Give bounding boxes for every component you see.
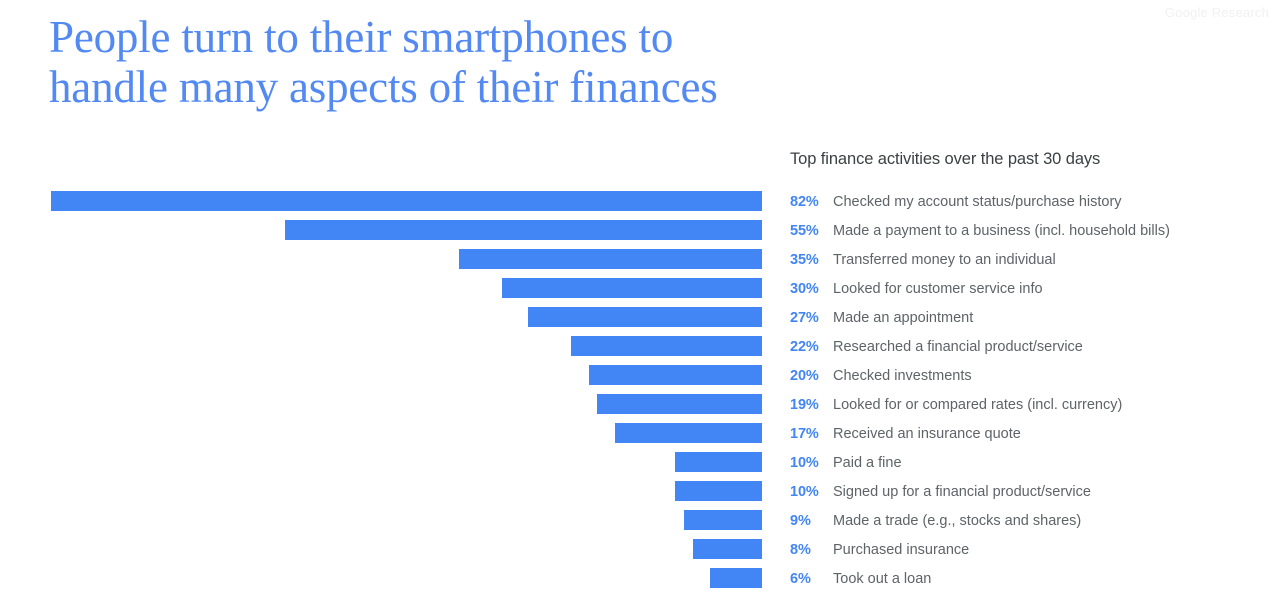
- bar-track: [0, 220, 762, 249]
- chart-bar: [710, 568, 762, 588]
- bar-track: [0, 423, 762, 452]
- bar-track: [0, 191, 762, 220]
- horizontal-bar-chart: 82% Checked my account status/purchase hi…: [0, 191, 1281, 601]
- legend-label: Checked my account status/purchase histo…: [833, 194, 1122, 210]
- chart-bar: [588, 365, 762, 385]
- chart-row: 10% Paid a fine: [0, 452, 1281, 481]
- bar-track: [0, 365, 762, 394]
- legend-percent: 17%: [790, 426, 819, 442]
- bar-track: [0, 481, 762, 510]
- chart-row: 6% Took out a loan: [0, 568, 1281, 597]
- chart-bar: [527, 307, 762, 327]
- chart-bar: [571, 336, 762, 356]
- chart-bar: [285, 220, 762, 240]
- bar-track: [0, 539, 762, 568]
- chart-row: 82% Checked my account status/purchase hi…: [0, 191, 1281, 220]
- google-research-watermark: Google Research: [1164, 5, 1269, 20]
- bar-track: [0, 394, 762, 423]
- legend-percent: 19%: [790, 397, 819, 413]
- legend-percent: 35%: [790, 252, 819, 268]
- chart-row: 9% Made a trade (e.g., stocks and shares): [0, 510, 1281, 539]
- chart-row: 22% Researched a financial product/servic…: [0, 336, 1281, 365]
- legend-percent: 30%: [790, 281, 819, 297]
- chart-row: 10% Signed up for a financial product/ser…: [0, 481, 1281, 510]
- legend-label: Took out a loan: [833, 571, 932, 587]
- page-title-line-2: handle many aspects of their finances: [49, 62, 718, 112]
- bar-track: [0, 452, 762, 481]
- legend-label: Purchased insurance: [833, 542, 970, 558]
- chart-bar: [614, 423, 762, 443]
- chart-bar: [51, 191, 762, 211]
- chart-row: 17% Received an insurance quote: [0, 423, 1281, 452]
- chart-row: 30% Looked for customer service info: [0, 278, 1281, 307]
- bar-track: [0, 568, 762, 597]
- chart-bar: [597, 394, 762, 414]
- bar-track: [0, 336, 762, 365]
- page-title-line-1: People turn to their smartphones to: [49, 12, 674, 62]
- legend-label: Made a payment to a business (incl. hous…: [833, 223, 1170, 239]
- legend-label: Looked for or compared rates (incl. curr…: [833, 397, 1123, 413]
- legend-percent: 10%: [790, 484, 819, 500]
- legend-percent: 8%: [790, 542, 811, 558]
- legend-percent: 27%: [790, 310, 819, 326]
- chart-bar: [692, 539, 762, 559]
- legend-percent: 9%: [790, 513, 811, 529]
- legend-label: Researched a financial product/service: [833, 339, 1083, 355]
- legend-label: Transferred money to an individual: [833, 252, 1056, 268]
- page-title: People turn to their smartphones to hand…: [49, 12, 809, 112]
- chart-bar: [675, 481, 762, 501]
- chart-bar: [675, 452, 762, 472]
- legend-label: Signed up for a financial product/servic…: [833, 484, 1091, 500]
- legend-percent: 10%: [790, 455, 819, 471]
- legend-percent: 82%: [790, 194, 819, 210]
- bar-track: [0, 278, 762, 307]
- chart-bar: [684, 510, 762, 530]
- legend-label: Paid a fine: [833, 455, 902, 471]
- legend-label: Looked for customer service info: [833, 281, 1043, 297]
- legend-percent: 22%: [790, 339, 819, 355]
- chart-bar: [501, 278, 762, 298]
- chart-row: 27% Made an appointment: [0, 307, 1281, 336]
- bar-track: [0, 307, 762, 336]
- legend-heading: Top finance activities over the past 30 …: [790, 150, 1101, 168]
- legend-percent: 55%: [790, 223, 819, 239]
- chart-row: 19% Looked for or compared rates (incl. c…: [0, 394, 1281, 423]
- bar-track: [0, 249, 762, 278]
- legend-label: Checked investments: [833, 368, 972, 384]
- bar-track: [0, 510, 762, 539]
- legend-percent: 20%: [790, 368, 819, 384]
- legend-percent: 6%: [790, 571, 811, 587]
- chart-row: 20% Checked investments: [0, 365, 1281, 394]
- legend-label: Made an appointment: [833, 310, 974, 326]
- chart-row: 8% Purchased insurance: [0, 539, 1281, 568]
- legend-label: Received an insurance quote: [833, 426, 1021, 442]
- chart-bar: [458, 249, 762, 269]
- legend-label: Made a trade (e.g., stocks and shares): [833, 513, 1082, 529]
- chart-row: 55% Made a payment to a business (incl. h…: [0, 220, 1281, 249]
- chart-row: 35% Transferred money to an individual: [0, 249, 1281, 278]
